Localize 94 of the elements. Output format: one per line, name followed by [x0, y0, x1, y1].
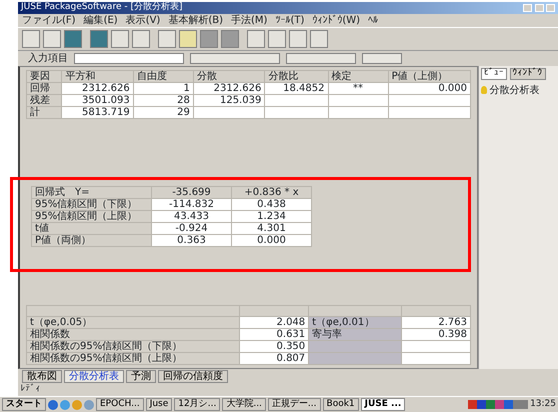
toolbar-icon[interactable]: [268, 30, 286, 48]
coefficient: -35.699: [152, 186, 232, 198]
table-cell: -0.924: [152, 222, 232, 234]
menu-item[interactable]: ｳｨﾝﾄﾞｳ(W): [312, 15, 360, 26]
toolbar-icon[interactable]: [289, 30, 307, 48]
taskbar-button[interactable]: 正規デー...: [268, 398, 321, 411]
row-header: 相関係数: [26, 328, 240, 340]
table-cell: 18.4852: [264, 82, 328, 94]
dropdown[interactable]: [190, 53, 280, 64]
table-cell: 0.350: [239, 340, 309, 352]
menu-item[interactable]: 編集(E): [84, 15, 118, 26]
row-header: t（φe,0.01）: [308, 316, 402, 328]
toolbar-icon[interactable]: [179, 30, 197, 48]
table-cell: 0.000: [232, 234, 312, 246]
close-icon[interactable]: [546, 4, 555, 12]
table-cell: 1.234: [232, 210, 312, 222]
menu-item[interactable]: ﾂｰﾙ(T): [275, 15, 304, 26]
sheet-tab[interactable]: 回帰の信頼度: [158, 370, 228, 383]
field-label: 入力項目: [28, 53, 68, 64]
bulb-icon: [481, 86, 487, 94]
row-header: 相関係数の95%信頼区間（下限）: [26, 340, 240, 352]
toolbar-icon[interactable]: [111, 30, 129, 48]
table-cell: 5813.719: [62, 106, 134, 118]
column-header: 要因: [26, 70, 62, 82]
table-cell: 2312.626: [62, 82, 134, 94]
input-field[interactable]: [74, 53, 184, 64]
table-cell: 2.763: [401, 316, 470, 328]
table-cell: 4.301: [232, 222, 312, 234]
column-header: 分散: [193, 70, 265, 82]
column-header: 検定: [328, 70, 388, 82]
row-header: 残差: [26, 94, 62, 106]
sheet-tab[interactable]: 予測: [126, 370, 156, 383]
row-header: 寄与率: [308, 328, 402, 340]
table-cell: 1: [133, 82, 194, 94]
menu-item[interactable]: ファイル(F): [22, 15, 76, 26]
column-header: 自由度: [133, 70, 194, 82]
table-cell: 2.048: [239, 316, 309, 328]
table-cell: 0.363: [152, 234, 232, 246]
taskbar-button[interactable]: Juse: [146, 398, 172, 411]
panel-tab[interactable]: ｳｨﾝﾄﾞｳ: [510, 68, 546, 80]
table-cell: 29: [133, 106, 194, 118]
table-cell: 0.438: [232, 198, 312, 210]
minimize-icon[interactable]: [523, 4, 532, 12]
menu-item[interactable]: 基本解析(B): [168, 15, 224, 26]
column-header: 分散比: [264, 70, 328, 82]
toolbar-icon[interactable]: [247, 30, 265, 48]
taskbar-button[interactable]: Book1: [322, 398, 359, 411]
toolbar-icon[interactable]: [43, 30, 61, 48]
tray-icons[interactable]: [468, 400, 528, 409]
taskbar-button[interactable]: EPOCH...: [96, 398, 144, 411]
panel-tab[interactable]: ﾋﾞｭｰ: [481, 68, 507, 80]
status-text: ﾚﾃﾞｨ: [20, 385, 40, 395]
row-header: 回帰: [26, 82, 62, 94]
row-header: P値（両側）: [32, 234, 152, 246]
maximize-icon[interactable]: [534, 4, 544, 12]
taskbar-button[interactable]: 大学院...: [222, 398, 266, 411]
table-cell: 0.631: [239, 328, 309, 340]
tree-item[interactable]: 分散分析表: [490, 84, 540, 96]
table-cell: 43.433: [152, 210, 232, 222]
menu-item[interactable]: 表示(V): [126, 15, 160, 26]
taskbar-button[interactable]: JUSE ...: [360, 398, 406, 411]
table-cell: 0.398: [401, 328, 470, 340]
clock: 13:25: [530, 400, 556, 410]
sheet-tab[interactable]: 散布図: [22, 370, 62, 383]
start-button[interactable]: スタート: [2, 398, 46, 411]
row-header: 計: [26, 106, 62, 118]
taskbar-button[interactable]: 12月シ...: [174, 398, 220, 411]
table-cell: 2312.626: [193, 82, 265, 94]
coefficient: +0.836 * x: [232, 186, 312, 198]
row-header: 95%信頼区間（下限）: [32, 198, 152, 210]
toolbar-icon[interactable]: [132, 30, 150, 48]
dropdown[interactable]: [286, 53, 356, 64]
sheet-tab[interactable]: 分散分析表: [64, 370, 124, 383]
menu-item[interactable]: ﾍﾙ: [368, 15, 378, 26]
table-cell: 3501.093: [62, 94, 134, 106]
table-cell: 0.807: [239, 352, 309, 364]
row-header: t（φe,0.05）: [26, 316, 240, 328]
column-header: P値（上側）: [388, 70, 470, 82]
menu-item[interactable]: 手法(M): [231, 15, 268, 26]
table-cell: 125.039: [193, 94, 265, 106]
row-header: 相関係数の95%信頼区間（上限）: [26, 352, 240, 364]
window-title: JUSE PackageSoftware - [分散分析表]: [21, 3, 182, 13]
table-cell: -114.832: [152, 198, 232, 210]
equation-label: 回帰式 Y=: [32, 186, 152, 198]
dropdown[interactable]: [362, 53, 402, 64]
table-cell: 0.000: [388, 82, 470, 94]
toolbar-icon[interactable]: [158, 30, 176, 48]
toolbar-icon[interactable]: [310, 30, 328, 48]
table-cell: 28: [133, 94, 194, 106]
toolbar-icon[interactable]: [22, 30, 40, 48]
column-header: 平方和: [62, 70, 134, 82]
row-header: t値: [32, 222, 152, 234]
table-cell: **: [328, 82, 388, 94]
row-header: 95%信頼区間（上限）: [32, 210, 152, 222]
